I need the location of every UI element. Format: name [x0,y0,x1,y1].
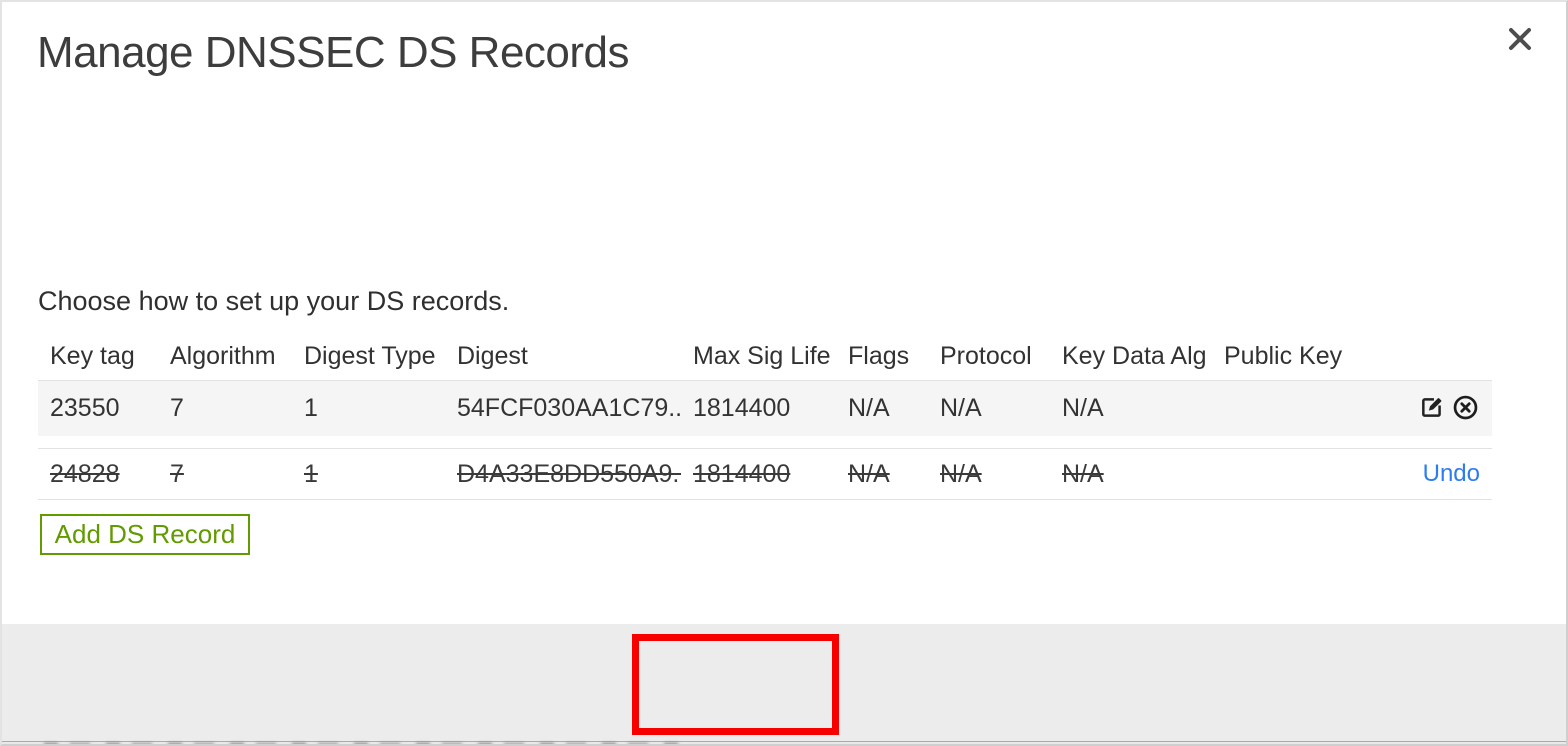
undo-delete-link[interactable]: Undo [1423,460,1480,488]
edit-record-button[interactable] [1417,394,1447,424]
cell-key-tag: 24828 [50,459,120,488]
col-header-protocol: Protocol [940,342,1032,370]
cell-flags: N/A [848,459,890,488]
cell-algorithm: 7 [170,394,184,422]
cell-max-sig-life: 1814400 [693,394,791,422]
redacted-domain-name [39,226,391,260]
close-icon [1506,27,1534,56]
cell-flags: N/A [848,394,890,422]
col-header-key-tag: Key tag [50,342,135,370]
table-header-row: Key tag Algorithm Digest Type Digest Max… [38,333,1492,380]
cell-digest: D4A33E8DD550A9... [457,459,681,488]
footer-bar: Save Cancel [2,624,1566,741]
col-header-key-data-alg: Key Data Alg [1062,342,1207,370]
col-header-flags: Flags [848,342,910,370]
col-header-max-sig-life: Max Sig Life [693,342,831,370]
close-button[interactable] [1500,20,1540,60]
cell-protocol: N/A [940,394,982,422]
manage-dnssec-modal: Manage DNSSEC DS Records Choose how to s… [0,0,1568,746]
background-page-sliver [2,741,1566,744]
cell-protocol: N/A [940,459,982,488]
cell-actions [1372,394,1492,424]
cell-max-sig-life: 1814400 [693,459,791,488]
ds-records-table: Key tag Algorithm Digest Type Digest Max… [38,333,1492,500]
col-header-digest: Digest [457,342,528,370]
row-gap [38,436,1492,448]
cell-digest: 54FCF030AA1C79... [457,394,681,422]
intro-text: Choose how to set up your DS records. [38,286,510,316]
delete-record-button[interactable] [1450,394,1480,424]
cell-key-data-alg: N/A [1062,459,1104,488]
edit-pencil-icon [1419,394,1445,423]
page-title: Manage DNSSEC DS Records [37,28,630,77]
cell-digest-type: 1 [304,394,318,422]
table-row-active: 23550 7 1 54FCF030AA1C79... 1814400 N/A … [38,380,1492,436]
cell-actions: Undo [1372,460,1492,488]
add-ds-record-button[interactable]: Add DS Record [40,514,250,555]
col-header-digest-type: Digest Type [304,342,436,370]
cell-digest-type: 1 [304,459,318,488]
cell-key-tag: 23550 [50,394,120,422]
delete-circle-x-icon [1452,394,1479,424]
col-header-public-key: Public Key [1224,342,1343,370]
cell-key-data-alg: N/A [1062,394,1104,422]
cell-algorithm: 7 [170,459,184,488]
col-header-algorithm: Algorithm [170,342,276,370]
table-row-deleted: 24828 7 1 D4A33E8DD550A9... 1814400 N/A … [38,448,1492,500]
